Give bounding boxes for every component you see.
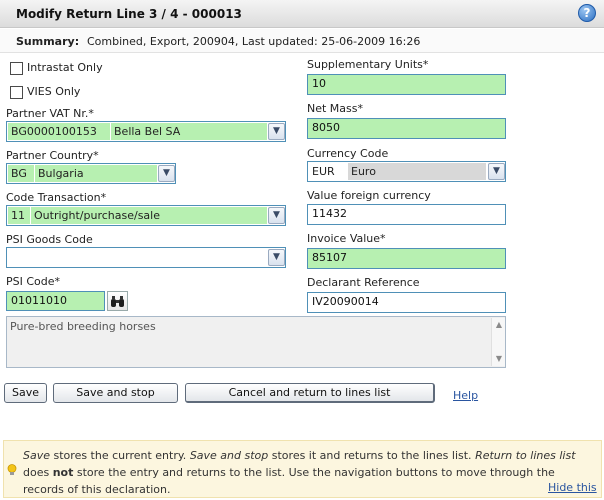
partner-vat-name: Bella Bel SA xyxy=(111,123,267,140)
value-foreign-currency-input[interactable]: 11432 xyxy=(307,204,506,225)
psi-goods-code-value xyxy=(8,249,266,266)
partner-vat-code: BG0000100153 xyxy=(8,123,110,140)
invoice-value-input[interactable]: 85107 xyxy=(307,248,506,269)
supplementary-units-input[interactable]: 10 xyxy=(307,74,506,95)
code-transaction-code: 11 xyxy=(8,207,30,224)
lightbulb-icon xyxy=(7,464,17,479)
info-text-part: does xyxy=(23,466,53,479)
summary-value: Combined, Export, 200904, Last updated: … xyxy=(87,35,421,48)
currency-code-code: EUR xyxy=(312,165,335,178)
chevron-down-icon[interactable]: ▼ xyxy=(268,207,285,224)
scroll-up-icon[interactable]: ▲ xyxy=(492,318,506,332)
partner-country-name: Bulgaria xyxy=(35,165,157,182)
vies-only-checkbox[interactable] xyxy=(10,86,23,99)
description-text: Pure-bred breeding horses xyxy=(10,320,156,333)
info-text-part: stores it and returns to the lines list. xyxy=(268,449,476,462)
supplementary-units-label: Supplementary Units* xyxy=(307,58,429,71)
chevron-down-icon[interactable]: ▼ xyxy=(268,123,285,140)
psi-code-input[interactable]: 01011010 xyxy=(6,291,105,311)
partner-country-select[interactable]: BG Bulgaria ▼ xyxy=(6,163,176,184)
info-save-stop-term: Save and stop xyxy=(189,449,269,462)
title-bar: Modify Return Line 3 / 4 - 000013 ? xyxy=(0,0,604,28)
partner-country-label: Partner Country* xyxy=(6,149,99,162)
psi-code-label: PSI Code* xyxy=(6,275,61,288)
description-scrollbar[interactable]: ▲ ▼ xyxy=(491,318,505,366)
info-text-part: store the entry and returns to the list.… xyxy=(23,466,555,496)
info-save-term: Save xyxy=(23,449,51,462)
save-and-stop-button[interactable]: Save and stop xyxy=(53,383,178,403)
psi-goods-code-select[interactable]: ▼ xyxy=(6,247,286,268)
invoice-value-label: Invoice Value* xyxy=(307,232,386,245)
declarant-reference-label: Declarant Reference xyxy=(307,276,420,289)
vies-only-label: VIES Only xyxy=(27,85,81,98)
net-mass-input[interactable]: 8050 xyxy=(307,118,506,139)
intrastat-only-label: Intrastat Only xyxy=(27,61,103,74)
cancel-return-button[interactable]: Cancel and return to lines list xyxy=(185,383,435,403)
partner-vat-select[interactable]: BG0000100153 Bella Bel SA ▼ xyxy=(6,121,286,142)
description-textarea[interactable]: Pure-bred breeding horses ▲ ▼ xyxy=(6,316,506,368)
question-icon[interactable]: ? xyxy=(578,4,596,22)
value-foreign-currency-label: Value foreign currency xyxy=(307,189,431,202)
chevron-down-icon[interactable]: ▼ xyxy=(268,249,285,266)
binoculars-icon[interactable] xyxy=(107,291,128,311)
summary-label: Summary: xyxy=(16,35,80,48)
code-transaction-select[interactable]: 11 Outright/purchase/sale ▼ xyxy=(6,205,286,226)
info-text: Save stores the current entry. Save and … xyxy=(23,447,599,498)
currency-code-label: Currency Code xyxy=(307,147,389,160)
intrastat-only-checkbox[interactable] xyxy=(10,62,23,75)
chevron-down-icon[interactable]: ▼ xyxy=(158,165,175,182)
chevron-down-icon[interactable]: ▼ xyxy=(488,163,505,180)
help-link[interactable]: Help xyxy=(453,389,478,402)
summary-bar: Summary: Combined, Export, 200904, Last … xyxy=(0,29,604,53)
save-button[interactable]: Save xyxy=(4,383,47,403)
page-title: Modify Return Line 3 / 4 - 000013 xyxy=(16,7,242,21)
scroll-down-icon[interactable]: ▼ xyxy=(492,352,506,366)
net-mass-label: Net Mass* xyxy=(307,102,363,115)
info-box: Save stores the current entry. Save and … xyxy=(3,440,602,498)
declarant-reference-input[interactable]: IV20090014 xyxy=(307,292,506,313)
hide-this-link[interactable]: Hide this xyxy=(544,481,597,494)
info-return-term: Return to lines list xyxy=(475,449,576,462)
info-text-part: stores the current entry. xyxy=(50,449,190,462)
psi-goods-code-label: PSI Goods Code xyxy=(6,233,93,246)
currency-code-select[interactable]: EUR Euro ▼ xyxy=(307,161,506,182)
currency-code-name: Euro xyxy=(348,163,486,180)
code-transaction-name: Outright/purchase/sale xyxy=(31,207,267,224)
partner-country-code: BG xyxy=(8,165,34,182)
partner-vat-label: Partner VAT Nr.* xyxy=(6,107,94,120)
code-transaction-label: Code Transaction* xyxy=(6,191,107,204)
info-not-term: not xyxy=(52,466,74,479)
